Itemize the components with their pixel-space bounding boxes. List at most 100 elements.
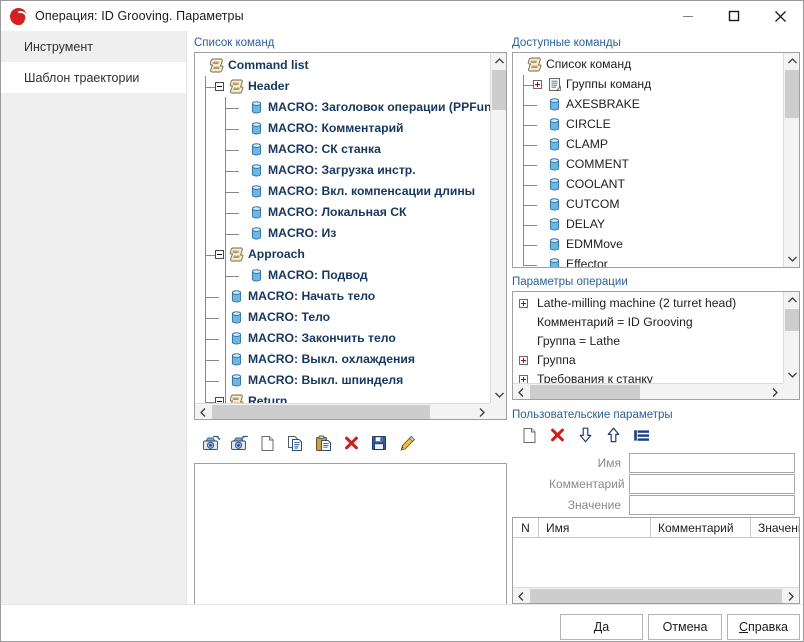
- tree-row[interactable]: DELAY: [513, 215, 799, 236]
- tree-row-label: CUTCOM: [566, 198, 619, 210]
- user-params-grid[interactable]: N Имя Комментарий Значение: [512, 517, 800, 604]
- help-button[interactable]: Справка: [727, 614, 800, 640]
- available-commands-tree[interactable]: Список командГруппы командAXESBRAKECIRCL…: [513, 53, 799, 267]
- tree-expander[interactable]: [519, 299, 528, 308]
- tree-row[interactable]: MACRO: Начать тело: [195, 286, 506, 307]
- scroll-left-icon[interactable]: [195, 404, 211, 420]
- tree-row[interactable]: Список команд: [513, 55, 799, 76]
- tree-row[interactable]: MACRO: Выкл. шпинделя: [195, 370, 506, 391]
- tree-row[interactable]: CLAMP: [513, 135, 799, 156]
- scroll-down-icon[interactable]: [784, 251, 800, 267]
- move-up-button[interactable]: [599, 423, 627, 447]
- tree-row[interactable]: AXESBRAKE: [513, 95, 799, 116]
- tree-expander[interactable]: [215, 82, 224, 91]
- operation-params-hscrollbar[interactable]: [513, 383, 783, 399]
- available-commands-vscroll-thumb[interactable]: [785, 70, 799, 118]
- grid-body[interactable]: [513, 538, 799, 587]
- tree-row[interactable]: Комментарий = ID Grooving: [513, 313, 799, 332]
- maximize-button[interactable]: [711, 1, 757, 31]
- tree-row[interactable]: Lathe-milling machine (2 turret head): [513, 294, 799, 313]
- tree-row[interactable]: CIRCLE: [513, 115, 799, 136]
- tree-row[interactable]: COMMENT: [513, 155, 799, 176]
- tree-row[interactable]: Группы команд: [513, 75, 799, 96]
- scroll-right-icon[interactable]: [767, 384, 783, 400]
- operation-params-vscrollbar[interactable]: [783, 292, 799, 383]
- delete-button[interactable]: [543, 423, 571, 447]
- edit-pencil-button[interactable]: [393, 431, 421, 455]
- scroll-right-icon[interactable]: [474, 404, 490, 420]
- command-list-vscrollbar[interactable]: [490, 53, 506, 403]
- new-document-button[interactable]: [515, 423, 543, 447]
- operation-params-hscroll-thumb[interactable]: [530, 385, 640, 399]
- tree-row[interactable]: Header: [195, 76, 506, 97]
- tree-row[interactable]: MACRO: Из: [195, 223, 506, 244]
- command-list-panel[interactable]: Command listHeader MACRO: Заголовок опера…: [194, 52, 507, 420]
- minimize-button[interactable]: [665, 1, 711, 31]
- delete-button[interactable]: [337, 431, 365, 455]
- command-list-hscrollbar[interactable]: [195, 403, 490, 419]
- tree-row[interactable]: EDMMove: [513, 235, 799, 256]
- tree-row-label: MACRO: Заголовок операции (PPFun T…: [268, 101, 506, 113]
- tree-row[interactable]: CUTCOM: [513, 195, 799, 216]
- tree-row[interactable]: MACRO: Заголовок операции (PPFun T…: [195, 97, 506, 118]
- operation-params-vscroll-thumb[interactable]: [785, 309, 799, 331]
- tree-row[interactable]: Approach: [195, 244, 506, 265]
- ok-button[interactable]: Да: [560, 614, 643, 640]
- grid-header-n[interactable]: N: [513, 518, 539, 537]
- tree-row[interactable]: MACRO: Локальная СК: [195, 202, 506, 223]
- tree-row[interactable]: MACRO: Комментарий: [195, 118, 506, 139]
- tree-row[interactable]: Группа = Lathe: [513, 332, 799, 351]
- sidebar-item-instrument[interactable]: Инструмент: [1, 31, 186, 62]
- move-down-button[interactable]: [571, 423, 599, 447]
- value-input[interactable]: [629, 495, 795, 515]
- grid-hscrollbar[interactable]: [513, 587, 799, 603]
- name-input[interactable]: [629, 453, 795, 473]
- copy-button[interactable]: [281, 431, 309, 455]
- tree-row[interactable]: COOLANT: [513, 175, 799, 196]
- snapshot-remove-button[interactable]: [225, 431, 253, 455]
- tree-row[interactable]: MACRO: СК станка: [195, 139, 506, 160]
- grid-header-value[interactable]: Значение: [751, 518, 799, 537]
- scroll-left-icon[interactable]: [513, 588, 529, 604]
- close-button[interactable]: [757, 1, 803, 31]
- new-document-button[interactable]: [253, 431, 281, 455]
- comment-input[interactable]: [629, 474, 795, 494]
- grid-header-name[interactable]: Имя: [539, 518, 651, 537]
- tree-row[interactable]: Группа: [513, 351, 799, 370]
- list-properties-button[interactable]: [627, 423, 655, 447]
- available-commands-panel[interactable]: Список командГруппы командAXESBRAKECIRCL…: [512, 52, 800, 268]
- command-list-hscroll-thumb[interactable]: [212, 405, 430, 419]
- command-list-vscroll-thumb[interactable]: [492, 70, 506, 110]
- scroll-down-icon[interactable]: [784, 367, 800, 383]
- cylinder-icon: [547, 217, 562, 232]
- tree-row[interactable]: MACRO: Вкл. компенсации длины: [195, 181, 506, 202]
- snapshot-add-button[interactable]: [197, 431, 225, 455]
- tree-row[interactable]: MACRO: Подвод: [195, 265, 506, 286]
- tree-row[interactable]: MACRO: Загрузка инстр.: [195, 160, 506, 181]
- scroll-up-icon[interactable]: [491, 53, 507, 69]
- save-button[interactable]: [365, 431, 393, 455]
- tree-expander[interactable]: [519, 356, 528, 365]
- paste-button[interactable]: [309, 431, 337, 455]
- cancel-button[interactable]: Отмена: [648, 614, 722, 640]
- scroll-up-icon[interactable]: [784, 292, 800, 308]
- tree-row[interactable]: MACRO: Выкл. охлаждения: [195, 349, 506, 370]
- available-commands-vscrollbar[interactable]: [783, 53, 799, 267]
- grid-hscroll-thumb[interactable]: [530, 589, 782, 603]
- operation-params-panel[interactable]: Lathe-milling machine (2 turret head)Ком…: [512, 291, 800, 400]
- tree-row[interactable]: MACRO: Тело: [195, 307, 506, 328]
- scroll-up-icon[interactable]: [784, 53, 800, 69]
- scroll-right-icon[interactable]: [783, 588, 799, 604]
- tree-row[interactable]: Command list: [195, 55, 506, 76]
- scroll-icon: [229, 79, 244, 94]
- tree-row[interactable]: Effector: [513, 255, 799, 267]
- command-list-tree[interactable]: Command listHeader MACRO: Заголовок опера…: [195, 53, 506, 419]
- sidebar-item-trajectory-template[interactable]: Шаблон траектории: [1, 62, 186, 93]
- grid-header-comment[interactable]: Комментарий: [651, 518, 751, 537]
- tree-expander[interactable]: [533, 80, 542, 89]
- command-preview-panel[interactable]: [194, 463, 507, 608]
- scroll-left-icon[interactable]: [513, 384, 529, 400]
- tree-expander[interactable]: [215, 250, 224, 259]
- scroll-down-icon[interactable]: [491, 387, 507, 403]
- tree-row[interactable]: MACRO: Закончить тело: [195, 328, 506, 349]
